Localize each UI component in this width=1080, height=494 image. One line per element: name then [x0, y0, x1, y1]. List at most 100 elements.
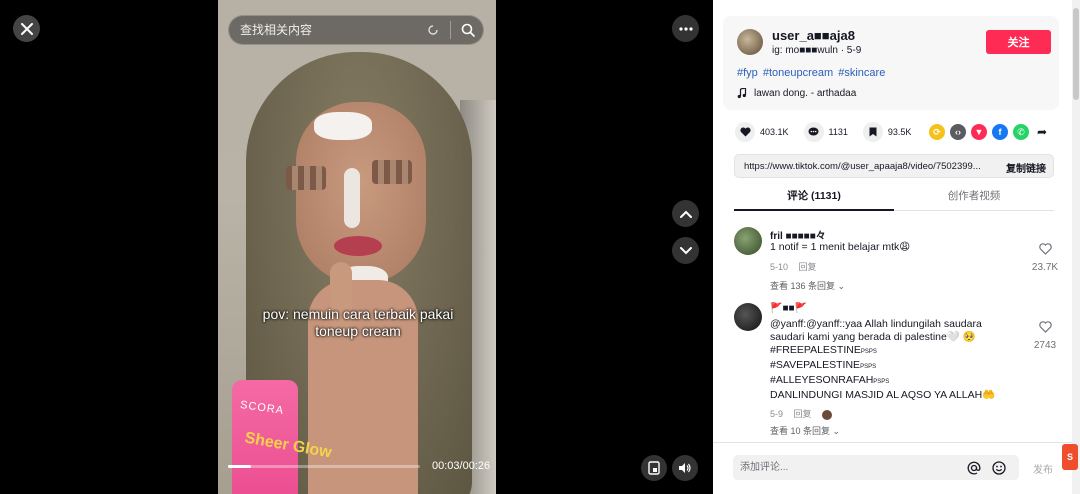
share-options: ⟳ ‹› ▼ f ✆ ➦: [929, 124, 1055, 140]
comment-line: #FREEPALESTINEPSPS: [770, 344, 877, 356]
comment-meta: 5-9 回复: [770, 407, 840, 420]
video-url: https://www.tiktok.com/@user_apaaja8/vid…: [744, 161, 981, 172]
comment-item: 🚩■■🚩 @yanff:@yanff::yaa Allah lindungila…: [734, 303, 1059, 439]
comment-like-count: 23.7K: [1031, 262, 1059, 273]
like-count: 403.1K: [760, 127, 789, 137]
progress-bar[interactable]: [228, 465, 420, 468]
close-icon: [20, 22, 33, 35]
save-count: 93.5K: [887, 127, 912, 137]
author-card: user_a■■aja8 ig: mo■■■wuln · 5-9 关注 #fyp…: [723, 16, 1059, 110]
comment-text: 1 notif = 1 menit belajar mtk😩: [770, 241, 911, 253]
hashtag-link[interactable]: #toneupcream: [763, 67, 833, 79]
reply-button[interactable]: 回复: [794, 409, 812, 419]
cream-forehead: [314, 112, 372, 140]
embed-icon[interactable]: ‹›: [950, 124, 966, 140]
video-link-box: https://www.tiktok.com/@user_apaaja8/vid…: [734, 154, 1054, 178]
comment-like-button[interactable]: 23.7K: [1030, 242, 1060, 273]
caption-line-1: pov: nemuin cara terbaik pakai: [262, 306, 454, 322]
close-button[interactable]: [13, 15, 40, 42]
floating-player-button[interactable]: [641, 455, 667, 481]
hashtag-link[interactable]: #fyp: [737, 67, 758, 79]
censor-blur-left: [286, 166, 326, 190]
comment-count: 1131: [828, 127, 848, 137]
detail-panel: user_a■■aja8 ig: mo■■■wuln · 5-9 关注 #fyp…: [713, 0, 1080, 494]
comment-composer: 发布: [713, 442, 1072, 494]
scrollbar-thumb[interactable]: [1073, 8, 1079, 100]
reply-button[interactable]: 回复: [799, 262, 817, 272]
send-icon[interactable]: ▼: [971, 124, 987, 140]
mention-icon[interactable]: [966, 460, 981, 475]
music-info[interactable]: lawan dong. - arthadaa: [737, 87, 856, 99]
search-divider: [450, 21, 451, 39]
emoji-icon[interactable]: [991, 460, 1006, 475]
active-tab-indicator: [734, 209, 894, 211]
tiktok-video-viewer: SCORA Sheer Glow pov: nemuin cara t: [0, 0, 1080, 494]
comment-avatar[interactable]: [734, 227, 762, 255]
copy-link-button[interactable]: 复制链接: [997, 155, 1055, 179]
comment-author[interactable]: fril ■■■■■々: [770, 227, 826, 242]
whatsapp-icon[interactable]: ✆: [1013, 124, 1029, 140]
subject-lips: [334, 236, 382, 256]
volume-icon: [679, 463, 691, 473]
search-bar: [228, 15, 484, 45]
hashtags: #fyp #toneupcream #skincare: [737, 67, 887, 79]
comment-line: #ALLEYESONRAFAHPSPS: [770, 374, 890, 386]
author-subline: ig: mo■■■wuln · 5-9: [772, 45, 862, 56]
tab-comments[interactable]: 评论 (1131): [734, 188, 894, 203]
cream-nose: [344, 168, 360, 228]
comment-text: @yanff:@yanff::yaa Allah lindungilah sau…: [770, 318, 995, 402]
comment-line: DANLINDUNGI MASJID AL AQSO YA ALLAH🤲: [770, 389, 996, 401]
comment-like-count: 2743: [1033, 340, 1057, 351]
bookmark-icon: [862, 122, 883, 142]
picture-in-picture-icon: [648, 461, 660, 475]
facebook-icon[interactable]: f: [992, 124, 1008, 140]
hashtag-link[interactable]: #skincare: [838, 67, 885, 79]
share-arrow-icon[interactable]: ➦: [1034, 124, 1050, 140]
post-comment-button[interactable]: 发布: [1033, 461, 1053, 476]
comment-avatar[interactable]: [734, 303, 762, 331]
heart-icon: [735, 122, 755, 142]
progress-fill: [228, 465, 252, 468]
follow-button[interactable]: 关注: [986, 30, 1051, 54]
search-input[interactable]: [240, 23, 420, 37]
chevron-up-icon: [679, 210, 692, 218]
heart-outline-icon: [1038, 243, 1052, 255]
like-button[interactable]: 403.1K: [735, 122, 789, 142]
search-icon[interactable]: [459, 21, 477, 39]
previous-video-button[interactable]: [672, 200, 699, 227]
loading-icon[interactable]: [426, 23, 440, 37]
playback-time: 00:03/00:26: [432, 460, 491, 472]
avatar[interactable]: [737, 29, 763, 55]
author-username[interactable]: user_a■■aja8: [772, 28, 855, 43]
volume-button[interactable]: [672, 455, 698, 481]
comment-meta: 5-10 回复: [770, 260, 825, 273]
more-options-button[interactable]: [672, 15, 699, 42]
comment-item: fril ■■■■■々 1 notif = 1 menit belajar mt…: [734, 227, 1059, 293]
tab-creator-videos[interactable]: 创作者视频: [894, 188, 1054, 203]
comment-date: 5-10: [770, 262, 789, 272]
chevron-down-icon: [679, 246, 692, 254]
view-replies-button[interactable]: 查看 10 条回复 ⌄: [770, 424, 840, 437]
comment-date: 5-9: [770, 409, 784, 419]
caption-line-2: toneup cream: [315, 323, 401, 339]
comment-line: saudari kami yang berada di palestine🤍 🥺: [770, 331, 976, 343]
music-note-icon: [737, 87, 749, 99]
app-logo-icon: S: [1062, 444, 1078, 470]
comment-line: @yanff:@yanff::yaa Allah lindungilah sau…: [770, 318, 982, 330]
view-replies-button[interactable]: 查看 136 条回复 ⌄: [770, 279, 845, 292]
next-video-button[interactable]: [672, 237, 699, 264]
save-button[interactable]: 93.5K: [862, 122, 912, 142]
comment-line: #SAVEPALESTINEPSPS: [770, 359, 877, 371]
video-stage: SCORA Sheer Glow pov: nemuin cara t: [0, 0, 713, 494]
comment-author[interactable]: 🚩■■🚩: [770, 303, 807, 314]
heart-outline-icon: [1038, 321, 1052, 333]
scrollbar[interactable]: [1072, 0, 1080, 494]
engagement-stats: 403.1K 1131 93.5K: [735, 122, 926, 142]
comment-like-button[interactable]: 2743: [1030, 320, 1060, 351]
repost-icon[interactable]: ⟳: [929, 124, 945, 140]
video-player[interactable]: SCORA Sheer Glow: [218, 0, 496, 494]
comment-button[interactable]: 1131: [803, 122, 848, 142]
music-title: lawan dong. - arthadaa: [754, 87, 857, 99]
video-caption: pov: nemuin cara terbaik pakai toneup cr…: [240, 306, 476, 340]
creator-liked-avatar: [822, 409, 833, 420]
